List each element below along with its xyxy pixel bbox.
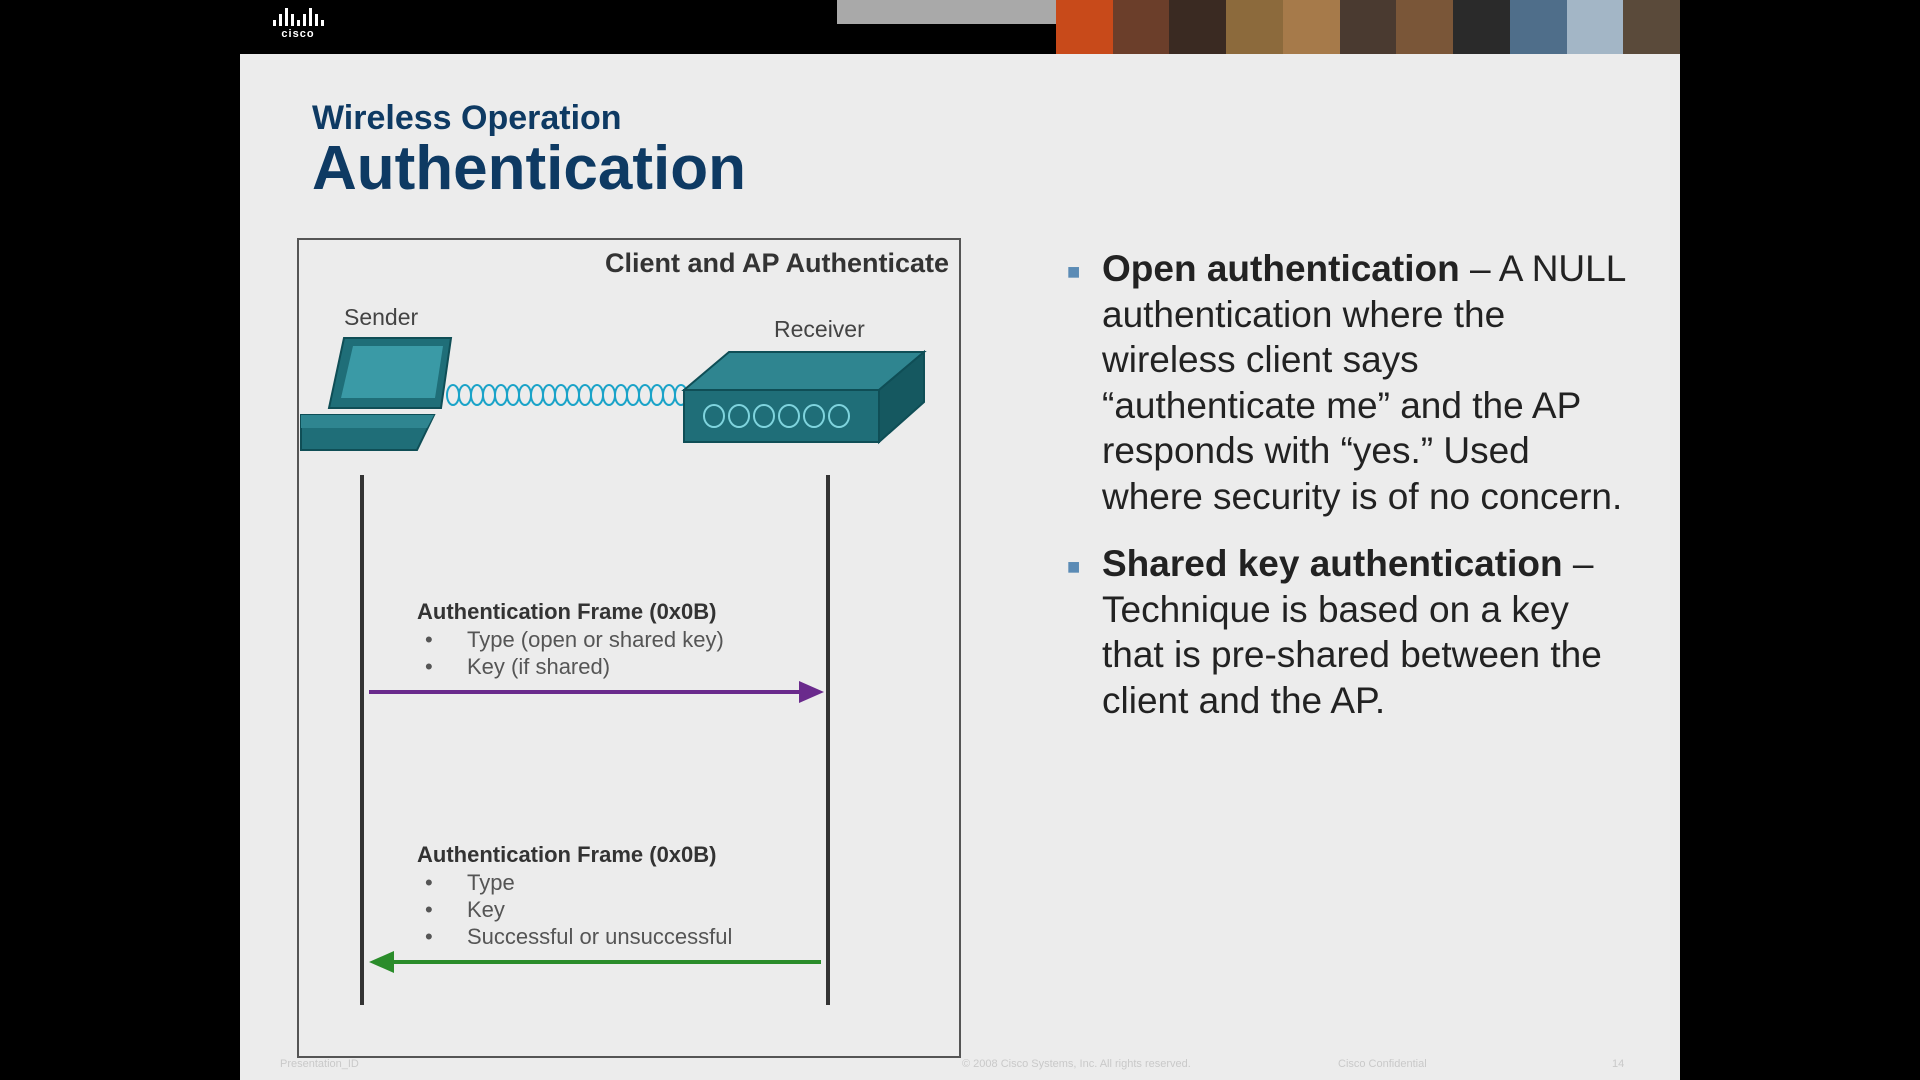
bullet-heading: Shared key authentication	[1102, 543, 1563, 584]
header-photo	[1623, 0, 1681, 54]
header-photo-strip	[1056, 0, 1681, 54]
logo-text: cisco	[281, 28, 315, 40]
frame1-item: Key (if shared)	[425, 654, 610, 680]
footer-copyright: © 2008 Cisco Systems, Inc. All rights re…	[962, 1058, 1191, 1070]
slide-header-bar: cisco	[240, 0, 1681, 54]
frame2-item: Key	[425, 897, 505, 923]
footer-page-number: 14	[1612, 1058, 1625, 1070]
slide: cisco Wireless Operation Authentication …	[240, 0, 1681, 1080]
bullet-marker-icon: ■	[1067, 259, 1081, 284]
header-photo	[1056, 0, 1113, 54]
bullet-shared-key-authentication: ■ Shared key authentication – Technique …	[1060, 541, 1630, 723]
bullet-marker-icon: ■	[1067, 554, 1081, 579]
header-photo	[1339, 0, 1397, 54]
footer-presentation-id: Presentation_ID	[280, 1058, 359, 1070]
header-photo	[1396, 0, 1454, 54]
header-photo	[1169, 0, 1227, 54]
access-point-icon	[681, 349, 927, 445]
frame1-item: Type (open or shared key)	[425, 627, 724, 653]
laptop-icon	[300, 337, 453, 451]
response-arrow	[369, 951, 821, 973]
header-placeholder-box	[837, 0, 1079, 24]
slide-title: Authentication	[312, 134, 746, 203]
header-photo	[1566, 0, 1624, 54]
header-photo	[1509, 0, 1567, 54]
bullet-open-authentication: ■ Open authentication – A NULL authentic…	[1060, 246, 1630, 519]
request-arrow	[369, 681, 824, 703]
header-photo	[1282, 0, 1340, 54]
authentication-diagram: Client and AP Authenticate Sender Receiv…	[297, 238, 961, 1058]
bullet-heading: Open authentication	[1102, 248, 1460, 289]
frame2-title: Authentication Frame (0x0B)	[417, 842, 717, 867]
header-photo	[1226, 0, 1283, 54]
frame1-title: Authentication Frame (0x0B)	[417, 599, 717, 624]
bullet-list: ■ Open authentication – A NULL authentic…	[1060, 246, 1630, 745]
frame2-item: Type	[425, 870, 514, 896]
header-photo	[1112, 0, 1170, 54]
cisco-logo: cisco	[258, 8, 338, 48]
footer-confidential: Cisco Confidential	[1338, 1058, 1427, 1070]
header-photo	[1453, 0, 1510, 54]
frame2-item: Successful or unsuccessful	[425, 924, 732, 950]
